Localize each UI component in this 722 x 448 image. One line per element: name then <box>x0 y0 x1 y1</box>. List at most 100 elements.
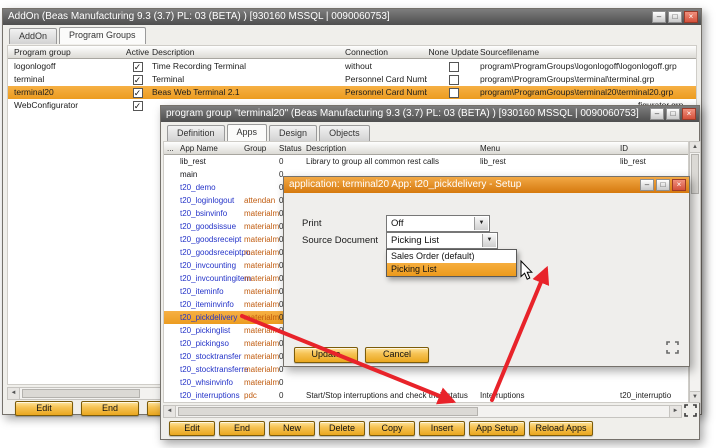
setup-titlebar[interactable]: application: terminal20 App: t20_pickdel… <box>284 177 689 193</box>
tab-addon[interactable]: AddOn <box>9 28 57 44</box>
app-row[interactable]: lib_rest0Library to group all common res… <box>164 155 688 168</box>
program-group-cell: logonlogoff <box>8 60 123 73</box>
maximize-icon[interactable]: □ <box>668 11 682 23</box>
col-status[interactable]: Status <box>276 142 306 154</box>
table-header: ... App Name Group Status Description Me… <box>164 142 688 155</box>
scrollbar-thumb[interactable] <box>22 389 140 398</box>
new-button[interactable]: New <box>269 421 315 436</box>
active-checkbox[interactable]: ✓ <box>133 75 143 85</box>
main-titlebar[interactable]: AddOn (Beas Manufacturing 9.3 (3.7) PL: … <box>3 9 701 25</box>
app-name: t20_invcountingitem <box>178 272 244 285</box>
insert-button[interactable]: Insert <box>419 421 465 436</box>
option-sales-order[interactable]: Sales Order (default) <box>387 250 516 263</box>
table-row[interactable]: terminal ✓ Terminal Personnel Card Numbe… <box>8 73 696 86</box>
col-active[interactable]: Active <box>123 46 152 58</box>
active-checkbox[interactable]: ✓ <box>133 88 143 98</box>
app-name: t20_stocktransfer <box>178 350 244 363</box>
tab-design[interactable]: Design <box>269 125 317 141</box>
source-document-dropdown[interactable]: Picking List ▼ <box>386 232 498 249</box>
delete-button[interactable]: Delete <box>319 421 365 436</box>
app-setup-button[interactable]: App Setup <box>469 421 525 436</box>
vertical-scrollbar[interactable]: ▲ ▼ <box>689 141 701 403</box>
active-cell: ✓ <box>123 99 152 112</box>
scroll-up-icon[interactable]: ▲ <box>690 142 700 153</box>
none-update-checkbox[interactable] <box>449 62 459 72</box>
description-cell: Beas Web Terminal 2.1 <box>152 86 345 99</box>
horizontal-scrollbar[interactable]: ◄ ► <box>163 405 682 418</box>
col-marker[interactable]: ... <box>164 142 178 154</box>
main-window-title: AddOn (Beas Manufacturing 9.3 (3.7) PL: … <box>8 11 390 22</box>
none-update-checkbox[interactable] <box>449 88 459 98</box>
print-value: Off <box>391 218 404 229</box>
close-icon[interactable]: × <box>672 179 686 191</box>
app-setup-window: application: terminal20 App: t20_pickdel… <box>283 176 690 367</box>
scrollbar-thumb[interactable] <box>178 407 478 416</box>
scroll-right-icon[interactable]: ► <box>669 406 681 417</box>
col-group[interactable]: Group <box>244 142 276 154</box>
resize-grip-icon[interactable] <box>684 404 697 417</box>
maximize-icon[interactable]: □ <box>666 108 680 120</box>
cancel-button[interactable]: Cancel <box>365 347 429 363</box>
col-sourcefilename[interactable]: Sourcefilename <box>480 46 696 58</box>
edit-button[interactable]: Edit <box>15 401 73 416</box>
app-name: t20_demo <box>178 181 244 194</box>
table-row[interactable]: logonlogoff ✓ Time Recording Terminal wi… <box>8 60 696 73</box>
col-description[interactable]: Description <box>152 46 345 58</box>
app-name: t20_pickinglist <box>178 324 244 337</box>
none-update-checkbox[interactable] <box>449 75 459 85</box>
col-none-update[interactable]: None Update <box>427 46 480 58</box>
source-document-label: Source Document <box>302 235 378 246</box>
connection-cell: without <box>345 60 427 73</box>
tab-objects[interactable]: Objects <box>319 125 370 141</box>
option-picking-list[interactable]: Picking List <box>387 263 516 276</box>
app-name: t20_invcounting <box>178 259 244 272</box>
app-row[interactable]: t20_whsinvinfomaterialm0 <box>164 376 688 389</box>
table-header: Program group Active Description Connect… <box>8 46 696 59</box>
close-icon[interactable]: × <box>682 108 696 120</box>
scroll-down-icon[interactable]: ▼ <box>690 391 700 402</box>
update-button[interactable]: Update <box>294 347 358 363</box>
source-document-value: Picking List <box>391 235 439 246</box>
col-description[interactable]: Description <box>306 142 480 154</box>
active-cell: ✓ <box>123 73 152 86</box>
col-id[interactable]: ID <box>620 142 688 154</box>
app-name: t20_interruptions <box>178 389 244 402</box>
connection-cell: Personnel Card Numbe <box>345 73 427 86</box>
description-cell: Time Recording Terminal <box>152 60 345 73</box>
none-update-cell <box>427 86 480 99</box>
minimize-icon[interactable]: – <box>640 179 654 191</box>
setup-window-title: application: terminal20 App: t20_pickdel… <box>289 179 521 190</box>
col-connection[interactable]: Connection <box>345 46 427 58</box>
close-icon[interactable]: × <box>684 11 698 23</box>
maximize-icon[interactable]: □ <box>656 179 670 191</box>
reload-apps-button[interactable]: Reload Apps <box>529 421 593 436</box>
scroll-left-icon[interactable]: ◄ <box>8 388 20 399</box>
chevron-down-icon[interactable]: ▼ <box>482 234 496 247</box>
col-app-name[interactable]: App Name <box>178 142 244 154</box>
chevron-down-icon[interactable]: ▼ <box>474 217 488 230</box>
end-button[interactable]: End <box>219 421 265 436</box>
active-checkbox[interactable]: ✓ <box>133 101 143 111</box>
active-checkbox[interactable]: ✓ <box>133 62 143 72</box>
none-update-cell <box>427 73 480 86</box>
group-titlebar[interactable]: program group "terminal20" (Beas Manufac… <box>161 106 699 122</box>
scrollbar-thumb[interactable] <box>691 154 699 194</box>
edit-button[interactable]: Edit <box>169 421 215 436</box>
col-menu[interactable]: Menu <box>480 142 620 154</box>
tab-definition[interactable]: Definition <box>167 125 225 141</box>
print-dropdown[interactable]: Off ▼ <box>386 215 490 232</box>
col-program-group[interactable]: Program group <box>8 46 123 58</box>
minimize-icon[interactable]: – <box>652 11 666 23</box>
copy-button[interactable]: Copy <box>369 421 415 436</box>
table-row-selected[interactable]: terminal20 ✓ Beas Web Terminal 2.1 Perso… <box>8 86 696 99</box>
scroll-left-icon[interactable]: ◄ <box>164 406 176 417</box>
minimize-icon[interactable]: – <box>650 108 664 120</box>
tab-program-groups[interactable]: Program Groups <box>59 27 146 44</box>
app-name: t20_goodsreceiptpo <box>178 246 244 259</box>
app-name: lib_rest <box>178 155 244 168</box>
connection-cell: Personnel Card Numbe <box>345 86 427 99</box>
app-row[interactable]: t20_interruptionspdc0Start/Stop interrup… <box>164 389 688 402</box>
tab-apps[interactable]: Apps <box>227 124 268 141</box>
resize-grip-icon[interactable] <box>666 341 679 354</box>
end-button[interactable]: End <box>81 401 139 416</box>
